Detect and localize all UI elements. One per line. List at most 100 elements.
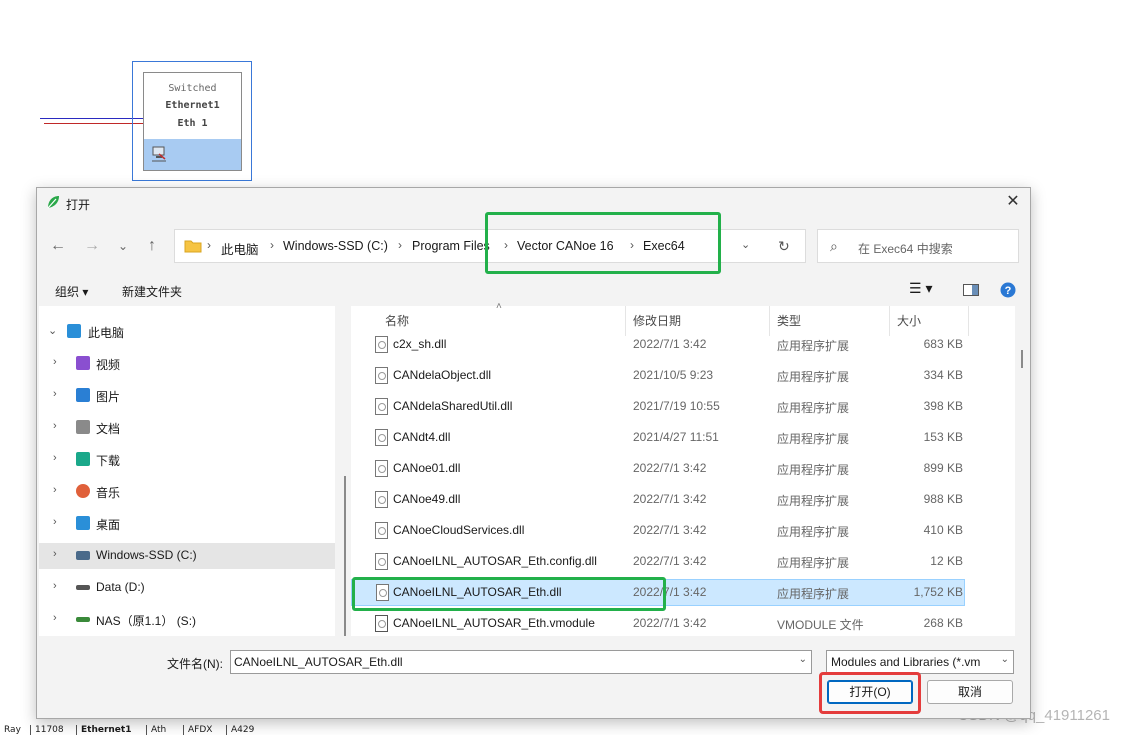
chevron-right-icon[interactable]: › bbox=[53, 612, 57, 624]
file-name: CANdelaObject.dll bbox=[393, 368, 492, 382]
help-icon[interactable]: ? bbox=[1000, 282, 1016, 298]
file-size: 153 KB bbox=[923, 430, 963, 444]
tab-11708[interactable]: 11708 bbox=[30, 725, 68, 735]
file-name: CANdt4.dll bbox=[393, 430, 451, 444]
column-size[interactable]: 大小 bbox=[897, 312, 921, 329]
sort-ascending-icon: ˄ bbox=[496, 301, 502, 312]
picture-icon bbox=[76, 388, 90, 402]
tree-scrollbar[interactable] bbox=[344, 476, 346, 636]
drive-icon bbox=[76, 551, 90, 560]
node-network-name: Ethernet1 bbox=[165, 100, 220, 111]
close-button[interactable]: ✕ bbox=[1002, 191, 1024, 213]
file-date: 2022/7/1 3:42 bbox=[633, 616, 707, 630]
view-options-icon[interactable]: ☰ ▾ bbox=[909, 280, 932, 297]
chevron-right-icon[interactable]: › bbox=[53, 388, 57, 400]
file-name: CANoeCloudServices.dll bbox=[393, 523, 525, 537]
app-leaf-icon bbox=[47, 196, 59, 209]
chevron-right-icon[interactable]: › bbox=[53, 580, 57, 592]
file-type: 应用程序扩展 bbox=[777, 587, 850, 601]
tree-item-pictures[interactable]: › 图片 bbox=[39, 383, 335, 409]
tree-item-documents[interactable]: › 文档 bbox=[39, 415, 335, 441]
file-type-filter[interactable]: Modules and Libraries (*.vm ⌄ bbox=[826, 650, 1014, 674]
tab-afdx[interactable]: AFDX bbox=[183, 725, 216, 735]
tab-a429[interactable]: A429 bbox=[226, 725, 258, 735]
up-arrow-icon: ↑ bbox=[148, 237, 156, 254]
tree-item-windows-ssd[interactable]: › Windows-SSD (C:) bbox=[39, 543, 335, 569]
file-size: 268 KB bbox=[923, 616, 963, 630]
file-list-scrollbar[interactable] bbox=[1021, 350, 1023, 368]
breadcrumb-this-pc[interactable]: 此电脑 bbox=[221, 239, 259, 258]
chevron-down-icon[interactable]: ⌄ bbox=[799, 654, 807, 665]
search-box[interactable]: ⌕ 在 Exec64 中搜索 bbox=[817, 229, 1019, 263]
file-row[interactable]: CANoeILNL_AUTOSAR_Eth.config.dll 2022/7/… bbox=[351, 548, 965, 575]
dll-file-icon bbox=[375, 398, 388, 415]
tree-label: 音乐 bbox=[96, 486, 121, 500]
file-row[interactable]: CANoe01.dll 2022/7/1 3:42 应用程序扩展 899 KB bbox=[351, 455, 965, 482]
file-date: 2022/7/1 3:42 bbox=[633, 461, 707, 475]
chevron-right-icon[interactable]: › bbox=[53, 452, 57, 464]
file-date: 2022/7/1 3:42 bbox=[633, 492, 707, 506]
bottom-tab-strip: Ray 11708 Ethernet1 Ath AFDX A429 bbox=[0, 724, 940, 735]
file-row[interactable]: CANoeILNL_AUTOSAR_Eth.vmodule 2022/7/1 3… bbox=[351, 610, 965, 637]
column-divider[interactable] bbox=[968, 306, 969, 336]
tree-item-this-pc[interactable]: ⌄ 此电脑 bbox=[39, 319, 335, 345]
chevron-right-icon[interactable]: › bbox=[53, 420, 57, 432]
download-icon bbox=[76, 452, 90, 466]
file-row[interactable]: CANdelaSharedUtil.dll 2021/7/19 10:55 应用… bbox=[351, 393, 965, 420]
tab-ray[interactable]: Ray bbox=[0, 725, 25, 735]
cancel-button[interactable]: 取消 bbox=[927, 680, 1013, 704]
column-date[interactable]: 修改日期 bbox=[633, 312, 681, 329]
forward-button[interactable]: → bbox=[81, 235, 103, 257]
column-type[interactable]: 类型 bbox=[777, 312, 801, 329]
tab-ath[interactable]: Ath bbox=[146, 725, 170, 735]
tree-item-nas[interactable]: › NAS（原1.1） (S:) bbox=[39, 607, 335, 633]
recent-locations-button[interactable]: ⌄ bbox=[112, 235, 134, 257]
chevron-right-icon[interactable]: › bbox=[53, 548, 57, 560]
folder-icon bbox=[184, 240, 202, 253]
tree-label: 视频 bbox=[96, 358, 121, 372]
tree-item-downloads[interactable]: › 下载 bbox=[39, 447, 335, 473]
chevron-right-icon[interactable]: › bbox=[53, 516, 57, 528]
chevron-right-icon[interactable]: › bbox=[53, 356, 57, 368]
tab-ethernet1[interactable]: Ethernet1 bbox=[76, 725, 135, 735]
search-icon: ⌕ bbox=[830, 238, 838, 254]
file-type: 应用程序扩展 bbox=[777, 463, 850, 477]
node-type-label: Switched bbox=[168, 83, 217, 94]
tree-item-music[interactable]: › 音乐 bbox=[39, 479, 335, 505]
node-footer bbox=[144, 139, 241, 170]
organize-button[interactable]: 组织 ▾ bbox=[55, 283, 88, 300]
chevron-down-icon[interactable]: ⌄ bbox=[48, 324, 57, 337]
filename-label: 文件名(N): bbox=[167, 657, 223, 671]
file-name: CANoeILNL_AUTOSAR_Eth.vmodule bbox=[393, 616, 595, 630]
preview-pane-icon[interactable] bbox=[963, 284, 979, 296]
address-dropdown-icon[interactable]: ⌄ bbox=[741, 238, 750, 251]
file-name: CANoe01.dll bbox=[393, 461, 461, 475]
tree-item-data-drive[interactable]: › Data (D:) bbox=[39, 575, 335, 601]
up-button[interactable]: ↑ bbox=[141, 235, 163, 257]
back-button[interactable]: ← bbox=[47, 235, 69, 257]
file-row[interactable]: c2x_sh.dll 2022/7/1 3:42 应用程序扩展 683 KB bbox=[351, 331, 965, 358]
column-name[interactable]: 名称 bbox=[385, 312, 409, 329]
dll-file-icon bbox=[375, 367, 388, 384]
tree-item-desktop[interactable]: › 桌面 bbox=[39, 511, 335, 537]
file-row[interactable]: CANoe49.dll 2022/7/1 3:42 应用程序扩展 988 KB bbox=[351, 486, 965, 513]
file-row[interactable]: CANdelaObject.dll 2021/10/5 9:23 应用程序扩展 … bbox=[351, 362, 965, 389]
breadcrumb-program-files[interactable]: Program Files bbox=[412, 239, 490, 253]
tree-item-videos[interactable]: › 视频 bbox=[39, 351, 335, 377]
chevron-down-icon: ⌄ bbox=[117, 239, 129, 253]
refresh-icon[interactable]: ↻ bbox=[778, 238, 790, 255]
dll-file-icon bbox=[375, 429, 388, 446]
file-name: CANdelaSharedUtil.dll bbox=[393, 399, 513, 413]
switched-ethernet-node[interactable]: Switched Ethernet1 Eth 1 bbox=[143, 72, 242, 171]
drive-icon bbox=[76, 585, 90, 590]
chevron-right-icon[interactable]: › bbox=[53, 484, 57, 496]
breadcrumb-windows-ssd[interactable]: Windows-SSD (C:) bbox=[283, 239, 388, 253]
file-row[interactable]: CANoeCloudServices.dll 2022/7/1 3:42 应用程… bbox=[351, 517, 965, 544]
new-folder-button[interactable]: 新建文件夹 bbox=[122, 283, 182, 300]
file-size: 334 KB bbox=[923, 368, 963, 382]
filename-input[interactable]: CANoeILNL_AUTOSAR_Eth.dll ⌄ bbox=[230, 650, 812, 674]
highlight-file-annotation bbox=[352, 577, 666, 611]
chevron-down-icon[interactable]: ⌄ bbox=[1001, 654, 1009, 665]
file-row[interactable]: CANdt4.dll 2021/4/27 11:51 应用程序扩展 153 KB bbox=[351, 424, 965, 451]
file-type: 应用程序扩展 bbox=[777, 370, 850, 384]
